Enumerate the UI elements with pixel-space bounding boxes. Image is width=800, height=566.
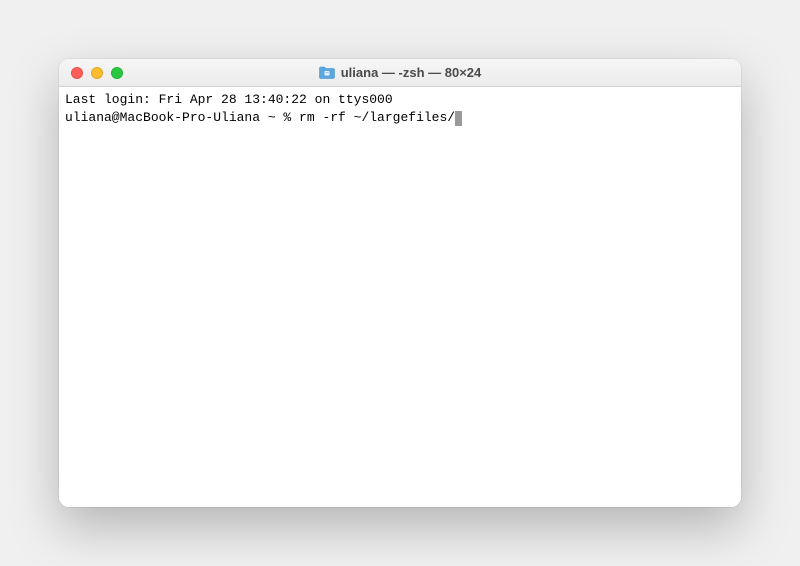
- traffic-lights: [71, 67, 123, 79]
- terminal-command: rm -rf ~/largefiles/: [299, 110, 455, 125]
- maximize-button[interactable]: [111, 67, 123, 79]
- title-bar: uliana — -zsh — 80×24: [59, 59, 741, 87]
- close-button[interactable]: [71, 67, 83, 79]
- terminal-prompt-line: uliana@MacBook-Pro-Uliana ~ % rm -rf ~/l…: [65, 109, 735, 127]
- folder-icon: [319, 66, 335, 79]
- minimize-button[interactable]: [91, 67, 103, 79]
- terminal-window: uliana — -zsh — 80×24 Last login: Fri Ap…: [59, 59, 741, 507]
- terminal-output-line: Last login: Fri Apr 28 13:40:22 on ttys0…: [65, 91, 735, 109]
- window-title-content: uliana — -zsh — 80×24: [319, 65, 482, 80]
- window-title: uliana — -zsh — 80×24: [341, 65, 482, 80]
- terminal-prompt: uliana@MacBook-Pro-Uliana ~ %: [65, 110, 299, 125]
- cursor: [455, 111, 462, 126]
- terminal-body[interactable]: Last login: Fri Apr 28 13:40:22 on ttys0…: [59, 87, 741, 507]
